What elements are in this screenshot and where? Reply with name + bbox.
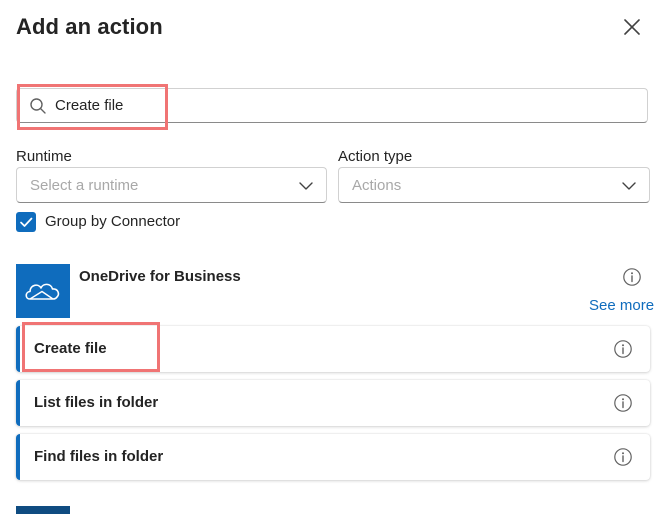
- checkmark-icon: [20, 217, 33, 227]
- see-more-link[interactable]: See more: [589, 297, 654, 314]
- runtime-dropdown[interactable]: Select a runtime: [16, 167, 327, 203]
- search-icon: [30, 98, 46, 114]
- action-item-create-file[interactable]: Create file: [16, 326, 650, 372]
- panel-title: Add an action: [16, 14, 163, 39]
- connector-name: OneDrive for Business: [79, 268, 241, 285]
- action-label: List files in folder: [34, 394, 159, 411]
- onedrive-cloud-icon: [25, 283, 60, 300]
- action-label: Create file: [34, 340, 107, 357]
- search-value: Create file: [55, 97, 124, 114]
- action-label: Find files in folder: [34, 448, 164, 465]
- chevron-down-icon: [622, 182, 636, 190]
- runtime-placeholder: Select a runtime: [30, 177, 139, 194]
- runtime-label: Runtime: [16, 148, 72, 165]
- add-action-panel: Add an action Create file Runtime Select…: [0, 0, 670, 514]
- action-type-dropdown[interactable]: Actions: [338, 167, 650, 203]
- action-accent-bar: [16, 326, 20, 372]
- info-icon: [623, 268, 641, 286]
- action-type-placeholder: Actions: [352, 177, 402, 194]
- chevron-down-icon: [299, 182, 313, 190]
- action-item-list-files-in-folder[interactable]: List files in folder: [16, 380, 650, 426]
- close-icon: [624, 19, 640, 35]
- group-by-connector-label: Group by Connector: [45, 213, 181, 230]
- group-by-connector-checkbox[interactable]: [16, 212, 36, 232]
- search-input[interactable]: Create file: [16, 88, 648, 123]
- action-accent-bar: [16, 434, 20, 480]
- info-icon[interactable]: [613, 339, 633, 359]
- onedrive-logo: [16, 264, 70, 318]
- action-item-find-files-in-folder[interactable]: Find files in folder: [16, 434, 650, 480]
- action-type-label: Action type: [338, 148, 413, 165]
- close-button[interactable]: [620, 15, 644, 39]
- info-icon[interactable]: [613, 447, 633, 467]
- next-connector-logo: [16, 506, 70, 514]
- info-icon[interactable]: [613, 393, 633, 413]
- connector-info-button[interactable]: [622, 267, 642, 287]
- action-accent-bar: [16, 380, 20, 426]
